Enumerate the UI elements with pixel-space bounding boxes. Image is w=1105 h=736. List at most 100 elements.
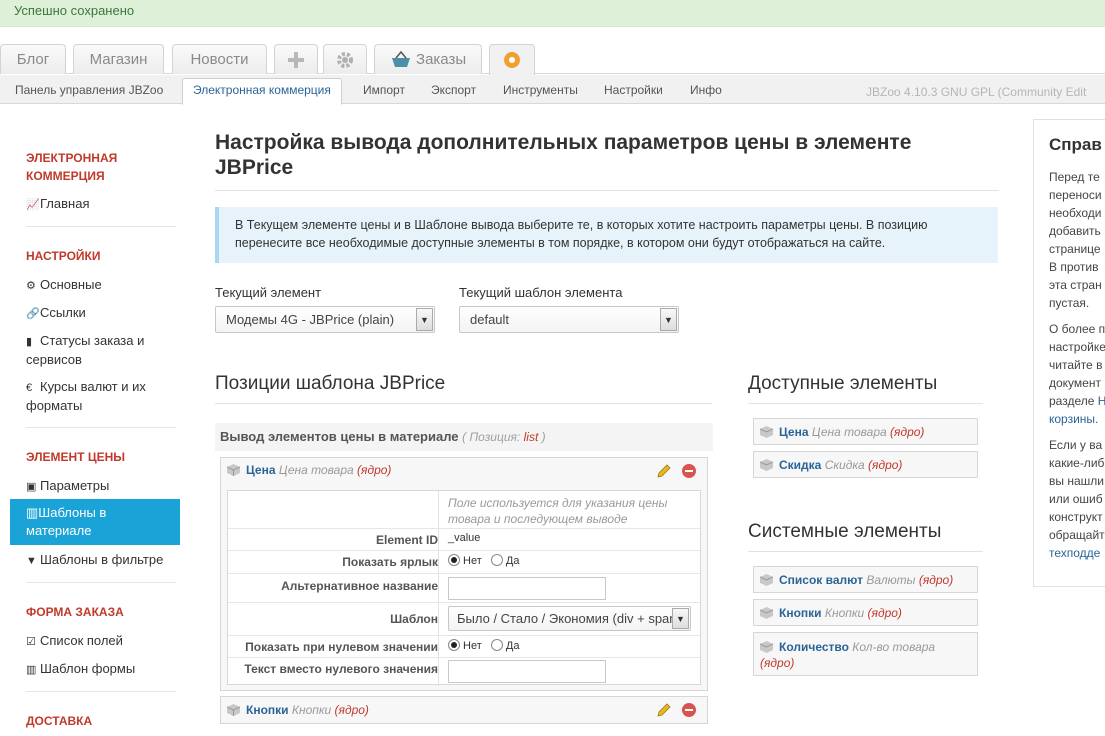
- system-element-currency-row: Список валют Валюты (ядро): [760, 573, 953, 587]
- param-show-label-label: Показать ярлык: [342, 555, 438, 569]
- sidebar-divider: [26, 582, 176, 583]
- cube-icon: [760, 641, 773, 653]
- subnav-info[interactable]: Инфо: [690, 83, 722, 97]
- tab-blog[interactable]: Блог: [0, 44, 66, 74]
- subnav-panel[interactable]: Панель управления JBZoo: [15, 83, 163, 97]
- help-p3-l3: вы нашли: [1049, 474, 1104, 488]
- radio-yes[interactable]: [490, 639, 503, 651]
- system-element-buttons[interactable]: Кнопки Кнопки (ядро): [753, 599, 978, 626]
- radio-yes-label: Да: [505, 555, 520, 567]
- param-element-id-label: Element ID: [375, 533, 438, 547]
- sidebar-item-form-template[interactable]: ▥ Шаблон формы: [26, 660, 176, 679]
- page-title: Настройка вывода дополнительных параметр…: [215, 130, 1000, 180]
- help-title: Справ: [1049, 135, 1102, 154]
- sidebar-item-templates-material[interactable]: ▥Шаблоны в материале: [10, 499, 180, 545]
- sidebar-item-main-label: Главная: [40, 196, 90, 211]
- help-support-link[interactable]: техподде: [1049, 546, 1100, 560]
- subnav-import[interactable]: Импорт: [363, 83, 405, 97]
- help-p2-l6[interactable]: корзины.: [1049, 412, 1098, 426]
- param-row-show-label: Показать ярлык Нет Да: [228, 550, 700, 573]
- radio-no[interactable]: [448, 639, 460, 651]
- template-select[interactable]: Было / Стало / Экономия (div + span) ▼: [448, 606, 691, 631]
- help-p1-l6: В против: [1049, 260, 1099, 274]
- tab-shop[interactable]: Магазин: [73, 44, 164, 74]
- check-icon: ☑: [26, 636, 36, 648]
- current-element-select[interactable]: Модемы 4G - JBPrice (plain) ▼: [215, 306, 435, 333]
- param-show-zero-radios: Нет Да: [448, 639, 519, 652]
- position-block-title: Вывод элементов цены в материале: [220, 429, 459, 444]
- position-block-pos-label: ( Позиция:: [462, 430, 521, 444]
- top-tabs: Блог Магазин Новости Заказы: [0, 44, 1105, 75]
- subnav-ecommerce[interactable]: Электронная коммерция: [182, 78, 342, 105]
- sidebar-item-currency[interactable]: € Курсы валют и их форматы: [26, 378, 176, 415]
- tab-add[interactable]: [274, 44, 318, 74]
- tab-news[interactable]: Новости: [172, 44, 267, 74]
- position-block-pos-value: list: [523, 430, 539, 444]
- sidebar-heading-delivery: ДОСТАВКА: [26, 714, 93, 728]
- help-link-section[interactable]: Н: [1098, 394, 1105, 408]
- template-select-value: Было / Стало / Экономия (div + span): [457, 611, 681, 626]
- tab-orders[interactable]: Заказы: [374, 44, 482, 74]
- sidebar-item-params[interactable]: ▣ Параметры: [26, 477, 176, 496]
- remove-icon[interactable]: [682, 703, 696, 717]
- sidebar-item-statuses[interactable]: ▮ Статусы заказа и сервисов: [26, 332, 176, 369]
- param-template-label: Шаблон: [390, 612, 438, 626]
- help-p3-l5: конструкт: [1049, 510, 1103, 524]
- subnav-export[interactable]: Экспорт: [431, 83, 476, 97]
- subnav-tools[interactable]: Инструменты: [503, 83, 578, 97]
- subnav-settings[interactable]: Настройки: [604, 83, 663, 97]
- chart-icon: 📈: [26, 199, 40, 211]
- param-row-show-zero: Показать при нулевом значении Нет Да: [228, 635, 700, 657]
- available-element-discount[interactable]: Скидка Скидка (ядро): [753, 451, 978, 478]
- element-hint-line2: товара и последующем выводе: [448, 512, 628, 526]
- cube-icon: [227, 704, 240, 716]
- tab-jbzoo[interactable]: [489, 44, 535, 75]
- sidebar-item-currency-line1: Курсы валют и их: [40, 379, 146, 394]
- chevron-down-icon: ▼: [416, 308, 433, 331]
- title-divider: [215, 190, 999, 191]
- page-title-line2: JBPrice: [215, 156, 294, 179]
- columns-icon: ▥: [26, 664, 37, 676]
- tab-settings[interactable]: [323, 44, 367, 74]
- system-element-quantity[interactable]: Количество Кол-во товара (ядро): [753, 632, 978, 676]
- radio-no[interactable]: [448, 554, 460, 566]
- radio-yes[interactable]: [490, 554, 503, 566]
- cube-icon: [227, 464, 240, 476]
- param-show-zero-label: Показать при нулевом значении: [245, 640, 438, 654]
- cube-icon: [760, 574, 773, 586]
- success-message: Успешно сохранено: [0, 0, 1105, 27]
- sidebar-item-templates-filter[interactable]: ▼ Шаблоны в фильтре: [26, 551, 176, 570]
- position-element-buttons-desc: Кнопки: [291, 703, 332, 717]
- sidebar-item-params-label: Параметры: [40, 478, 110, 493]
- current-element-label: Текущий элемент: [215, 285, 322, 300]
- sidebar-item-statuses-line2: сервисов: [26, 352, 82, 367]
- element-hint: Поле используется для указания цены товар…: [448, 495, 667, 527]
- radio-no-label: Нет: [463, 640, 482, 652]
- current-template-value: default: [470, 312, 510, 327]
- radio-yes-label: Да: [505, 640, 520, 652]
- position-element-price-name: Цена: [246, 463, 276, 477]
- sidebar-item-fields-label: Список полей: [40, 633, 123, 648]
- sidebar-item-main[interactable]: 📈Главная: [26, 195, 176, 214]
- current-template-select[interactable]: default ▼: [459, 306, 679, 333]
- columns-icon: ▥: [26, 505, 39, 520]
- available-element-discount-row: Скидка Скидка (ядро): [760, 458, 902, 472]
- pencil-icon[interactable]: [656, 463, 672, 479]
- text-zero-input[interactable]: [448, 660, 606, 683]
- remove-icon[interactable]: [682, 464, 696, 478]
- available-element-price-row: Цена Цена товара (ядро): [760, 425, 924, 439]
- help-p1-l7: эта стран: [1049, 278, 1102, 292]
- help-p2-l5: разделе: [1049, 394, 1095, 408]
- help-p3-l2: какие-либ: [1049, 456, 1105, 470]
- help-p3-l4: или ошиб: [1049, 492, 1103, 506]
- pencil-icon[interactable]: [656, 702, 672, 718]
- sidebar-item-basic[interactable]: ⚙ Основные: [26, 276, 176, 295]
- help-text: Перед те переноси необходи добавить стра…: [1049, 168, 1105, 562]
- sidebar-item-links[interactable]: 🔗Ссылки: [26, 304, 176, 323]
- system-element-currency[interactable]: Список валют Валюты (ядро): [753, 566, 978, 593]
- system-element-buttons-row: Кнопки Кнопки (ядро): [760, 606, 902, 620]
- available-element-price[interactable]: Цена Цена товара (ядро): [753, 418, 978, 445]
- sidebar-item-currency-line2: форматы: [26, 398, 83, 413]
- alt-name-input[interactable]: [448, 577, 606, 600]
- sidebar-item-fields[interactable]: ☑ Список полей: [26, 632, 176, 651]
